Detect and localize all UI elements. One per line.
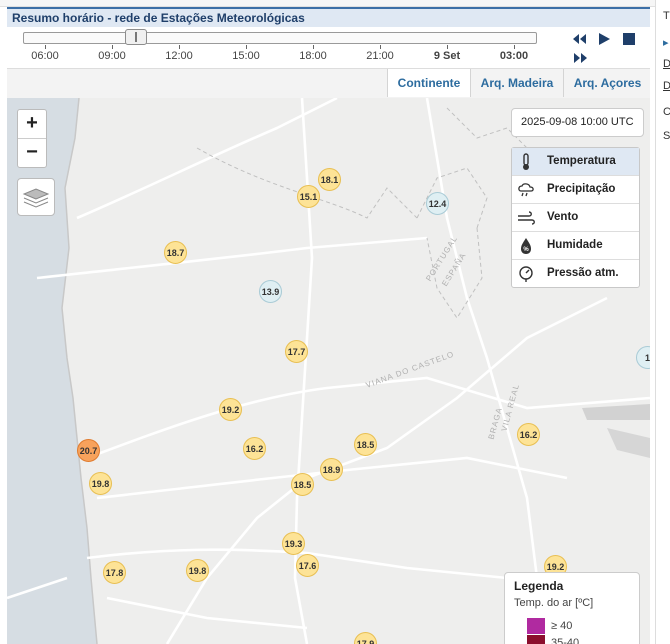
variable-temperature[interactable]: Temperatura	[512, 148, 639, 176]
timeline-slider-thumb[interactable]	[125, 29, 147, 45]
legend-label: 35-40	[551, 637, 580, 644]
label-viana: VIANA DO CASTELO	[365, 349, 456, 389]
layers-button[interactable]	[17, 178, 55, 216]
tab-continente[interactable]: Continente	[387, 69, 470, 97]
station-marker[interactable]: 19.2	[219, 398, 242, 421]
station-marker[interactable]: 15.1	[297, 185, 320, 208]
station-marker[interactable]: 18.7	[164, 241, 187, 264]
station-marker[interactable]: 13.9	[259, 280, 282, 303]
tab-madeira[interactable]: Arq. Madeira	[470, 69, 563, 97]
rewind-icon[interactable]	[570, 31, 590, 47]
timeline-label: 9 Set	[433, 50, 461, 62]
pressure-gauge-icon	[519, 266, 533, 282]
rain-cloud-icon	[518, 183, 534, 197]
station-marker[interactable]: 18.5	[354, 433, 377, 456]
legend-subtitle: Temp. do ar [ºC]	[514, 597, 594, 609]
variable-label: Vento	[547, 211, 579, 223]
station-marker[interactable]: 16.2	[243, 437, 266, 460]
timeline-label: 03:00	[499, 50, 529, 62]
zoom-in-button[interactable]: +	[18, 110, 46, 139]
variable-precipitation[interactable]: Precipitação	[512, 176, 639, 204]
variable-wind[interactable]: Vento	[512, 204, 639, 232]
timeline-tick	[313, 45, 314, 49]
timeline-label: 15:00	[232, 50, 260, 62]
variable-pressure[interactable]: Pressão atm.	[512, 260, 639, 287]
timeline-tick	[45, 45, 46, 49]
fast-forward-icon[interactable]	[570, 50, 590, 66]
region-tabs: Continente Arq. Madeira Arq. Açores	[7, 68, 650, 99]
map-legend: Legenda Temp. do ar [ºC] ≥ 40 35-40	[504, 572, 640, 644]
label-vila-real: VILA REAL	[500, 383, 521, 433]
playback-controls	[570, 31, 650, 63]
variable-selector: Temperatura Precipitação Vento % Humidad…	[511, 147, 640, 288]
station-marker[interactable]: 18.9	[320, 458, 343, 481]
station-marker[interactable]: 18.1	[318, 168, 341, 191]
timeline-label: 06:00	[31, 50, 59, 62]
station-marker[interactable]: 19.8	[186, 559, 209, 582]
humidity-icon: %	[521, 238, 531, 254]
timeline-track[interactable]	[23, 32, 537, 44]
top-strip	[0, 0, 655, 7]
station-marker[interactable]: 19.8	[89, 472, 112, 495]
variable-label: Precipitação	[547, 183, 616, 195]
timeline: 06:00 09:00 12:00 15:00 18:00 21:00 9 Set 03:00	[7, 27, 650, 67]
station-marker[interactable]: 17.6	[296, 554, 319, 577]
map-datetime: 2025-09-08 10:00 UTC	[511, 108, 644, 137]
timeline-label: 21:00	[366, 50, 394, 62]
variable-label: Humidade	[547, 239, 603, 251]
right-panel-edge: T ▸ D D C S	[655, 0, 670, 644]
legend-label: ≥ 40	[551, 620, 573, 632]
map-view[interactable]: PORTUGAL ESPAÑA VIANA DO CASTELO BRAGA V…	[7, 98, 650, 644]
legend-swatch	[527, 635, 545, 644]
variable-label: Temperatura	[547, 155, 616, 167]
station-marker[interactable]: 17.7	[285, 340, 308, 363]
timeline-tick	[179, 45, 180, 49]
variable-label: Pressão atm.	[547, 267, 619, 279]
station-marker[interactable]: 19.3	[282, 532, 305, 555]
station-marker[interactable]: 17.8	[103, 561, 126, 584]
legend-title: Legenda	[514, 579, 564, 593]
play-icon[interactable]	[594, 31, 614, 47]
station-marker[interactable]: 18.5	[291, 473, 314, 496]
zoom-control: + −	[17, 109, 47, 168]
legend-swatch	[527, 618, 545, 634]
wind-icon	[518, 211, 535, 225]
timeline-label: 09:00	[98, 50, 126, 62]
timeline-label: 12:00	[165, 50, 193, 62]
variable-humidity[interactable]: % Humidade	[512, 232, 639, 260]
zoom-out-button[interactable]: −	[18, 139, 46, 167]
timeline-tick	[514, 45, 515, 49]
stop-icon[interactable]	[619, 31, 639, 47]
station-marker[interactable]: 12.4	[426, 192, 449, 215]
tab-acores[interactable]: Arq. Açores	[563, 69, 651, 97]
layers-icon	[22, 188, 50, 208]
station-marker[interactable]: 16.2	[517, 423, 540, 446]
timeline-tick	[112, 45, 113, 49]
station-marker[interactable]: 20.7	[77, 439, 100, 462]
panel-header: Resumo horário - rede de Estações Meteor…	[7, 7, 650, 29]
timeline-label: 18:00	[299, 50, 327, 62]
thermometer-icon	[523, 153, 529, 170]
timeline-tick	[246, 45, 247, 49]
timeline-tick	[447, 45, 448, 49]
panel-title: Resumo horário - rede de Estações Meteor…	[12, 11, 305, 25]
svg-text:%: %	[523, 247, 529, 253]
timeline-tick	[380, 45, 381, 49]
